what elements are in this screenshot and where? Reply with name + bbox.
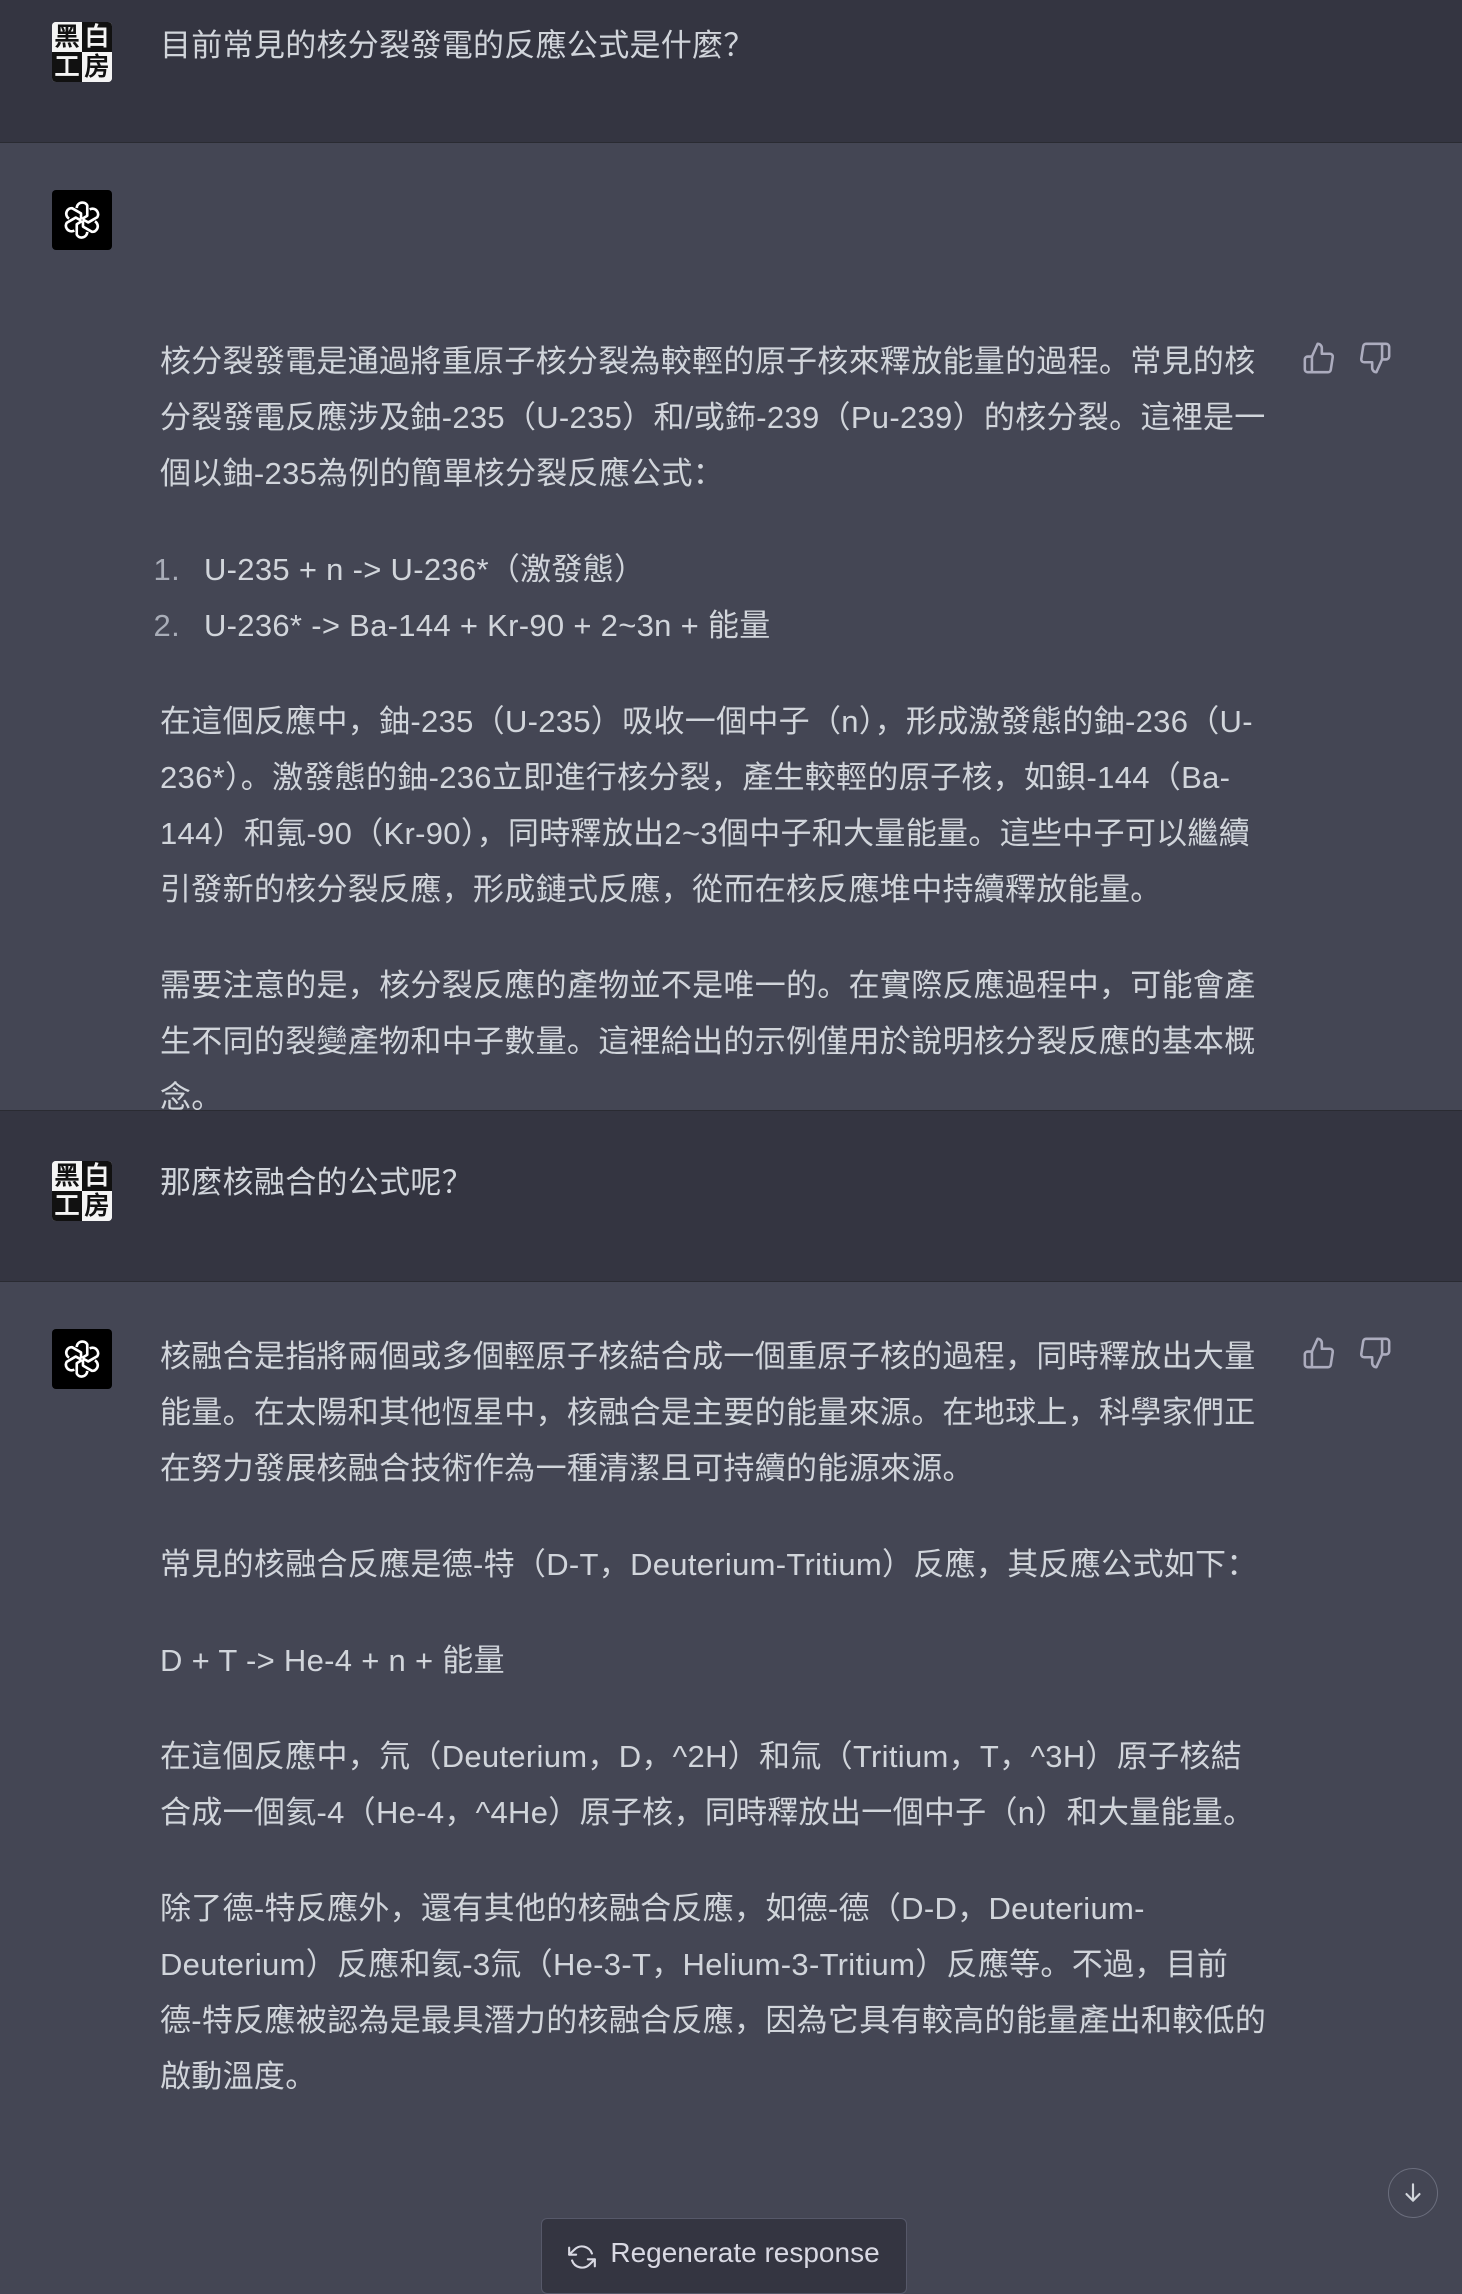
feedback-buttons (1302, 341, 1392, 375)
assistant-message-2: 核融合是指將兩個或多個輕原子核結合成一個重原子核的過程，同時釋放出大量能量。在太… (0, 1282, 1462, 2282)
paragraph: 在這個反應中，氘（Deuterium，D，^2H）和氚（Tritium，T，^3… (160, 1739, 1255, 1830)
avatar-char: 房 (82, 52, 112, 82)
regenerate-label: Regenerate response (610, 2237, 880, 2268)
assistant-message-1: 核分裂發電是通過將重原子核分裂為較輕的原子核來釋放能量的過程。常見的核分裂發電反… (0, 143, 1462, 1115)
assistant-avatar (52, 190, 112, 250)
list-item-text: U-236* -> Ba-144 + Kr-90 + 2~3n + 能量 (204, 608, 771, 643)
list-item: 2. U-236* -> Ba-144 + Kr-90 + 2~3n + 能量 (154, 598, 1270, 654)
thumbs-down-icon[interactable] (1358, 341, 1392, 375)
user-avatar: 黑 白 工 房 (52, 22, 112, 82)
user-message-1: 黑 白 工 房 目前常見的核分裂發電的反應公式是什麼？ (0, 0, 1462, 143)
assistant-avatar (52, 1329, 112, 1389)
openai-logo-icon (64, 201, 100, 239)
paragraph: 常見的核融合反應是德-特（D-T，Deuterium-Tritium）反應，其反… (160, 1547, 1258, 1582)
avatar-char: 白 (82, 1161, 112, 1191)
avatar-char: 房 (82, 1191, 112, 1221)
paragraph: 除了德-特反應外，還有其他的核融合反應，如德-德（D-D，Deuterium-D… (160, 1891, 1267, 2094)
scroll-down-button[interactable] (1388, 2168, 1438, 2218)
avatar-char: 黑 (52, 1161, 82, 1191)
avatar-char: 工 (52, 1191, 82, 1221)
feedback-buttons (1302, 1336, 1392, 1370)
thumbs-down-icon[interactable] (1358, 1336, 1392, 1370)
user-message-text: 那麼核融合的公式呢？ (160, 1165, 473, 1200)
avatar-char: 工 (52, 52, 82, 82)
user-avatar: 黑 白 工 房 (52, 1161, 112, 1221)
list-item-text: U-235 + n -> U-236*（激發態） (204, 552, 646, 587)
formula: D + T -> He-4 + n + 能量 (160, 1643, 505, 1678)
user-message-2: 黑 白 工 房 那麼核融合的公式呢？ (0, 1111, 1462, 1282)
arrow-down-icon (1405, 2183, 1421, 2202)
thumbs-up-icon[interactable] (1302, 341, 1336, 375)
thumbs-up-icon[interactable] (1302, 1336, 1336, 1370)
avatar-char: 白 (82, 22, 112, 52)
list-item: 1. U-235 + n -> U-236*（激發態） (154, 542, 1270, 598)
regenerate-response-button[interactable]: Regenerate response (541, 2218, 907, 2294)
refresh-icon (568, 2245, 597, 2269)
paragraph: 核分裂發電是通過將重原子核分裂為較輕的原子核來釋放能量的過程。常見的核分裂發電反… (160, 344, 1266, 491)
assistant-message-body: 核融合是指將兩個或多個輕原子核結合成一個重原子核的過程，同時釋放出大量能量。在太… (160, 1329, 1270, 2145)
paragraph: 在這個反應中，鈾-235（U-235）吸收一個中子（n），形成激發態的鈾-236… (160, 704, 1253, 907)
assistant-message-body: 核分裂發電是通過將重原子核分裂為較輕的原子核來釋放能量的過程。常見的核分裂發電反… (154, 334, 1270, 1166)
reaction-list: 1. U-235 + n -> U-236*（激發態） 2. U-236* -> B… (154, 542, 1270, 654)
paragraph: 核融合是指將兩個或多個輕原子核結合成一個重原子核的過程，同時釋放出大量能量。在太… (160, 1339, 1256, 1486)
openai-logo-icon (64, 1340, 100, 1378)
list-number: 2. (153, 608, 180, 643)
user-message-text: 目前常見的核分裂發電的反應公式是什麼？ (160, 28, 755, 63)
list-number: 1. (153, 552, 180, 587)
paragraph: 需要注意的是，核分裂反應的產物並不是唯一的。在實際反應過程中，可能會產生不同的裂… (160, 968, 1256, 1115)
avatar-char: 黑 (52, 22, 82, 52)
